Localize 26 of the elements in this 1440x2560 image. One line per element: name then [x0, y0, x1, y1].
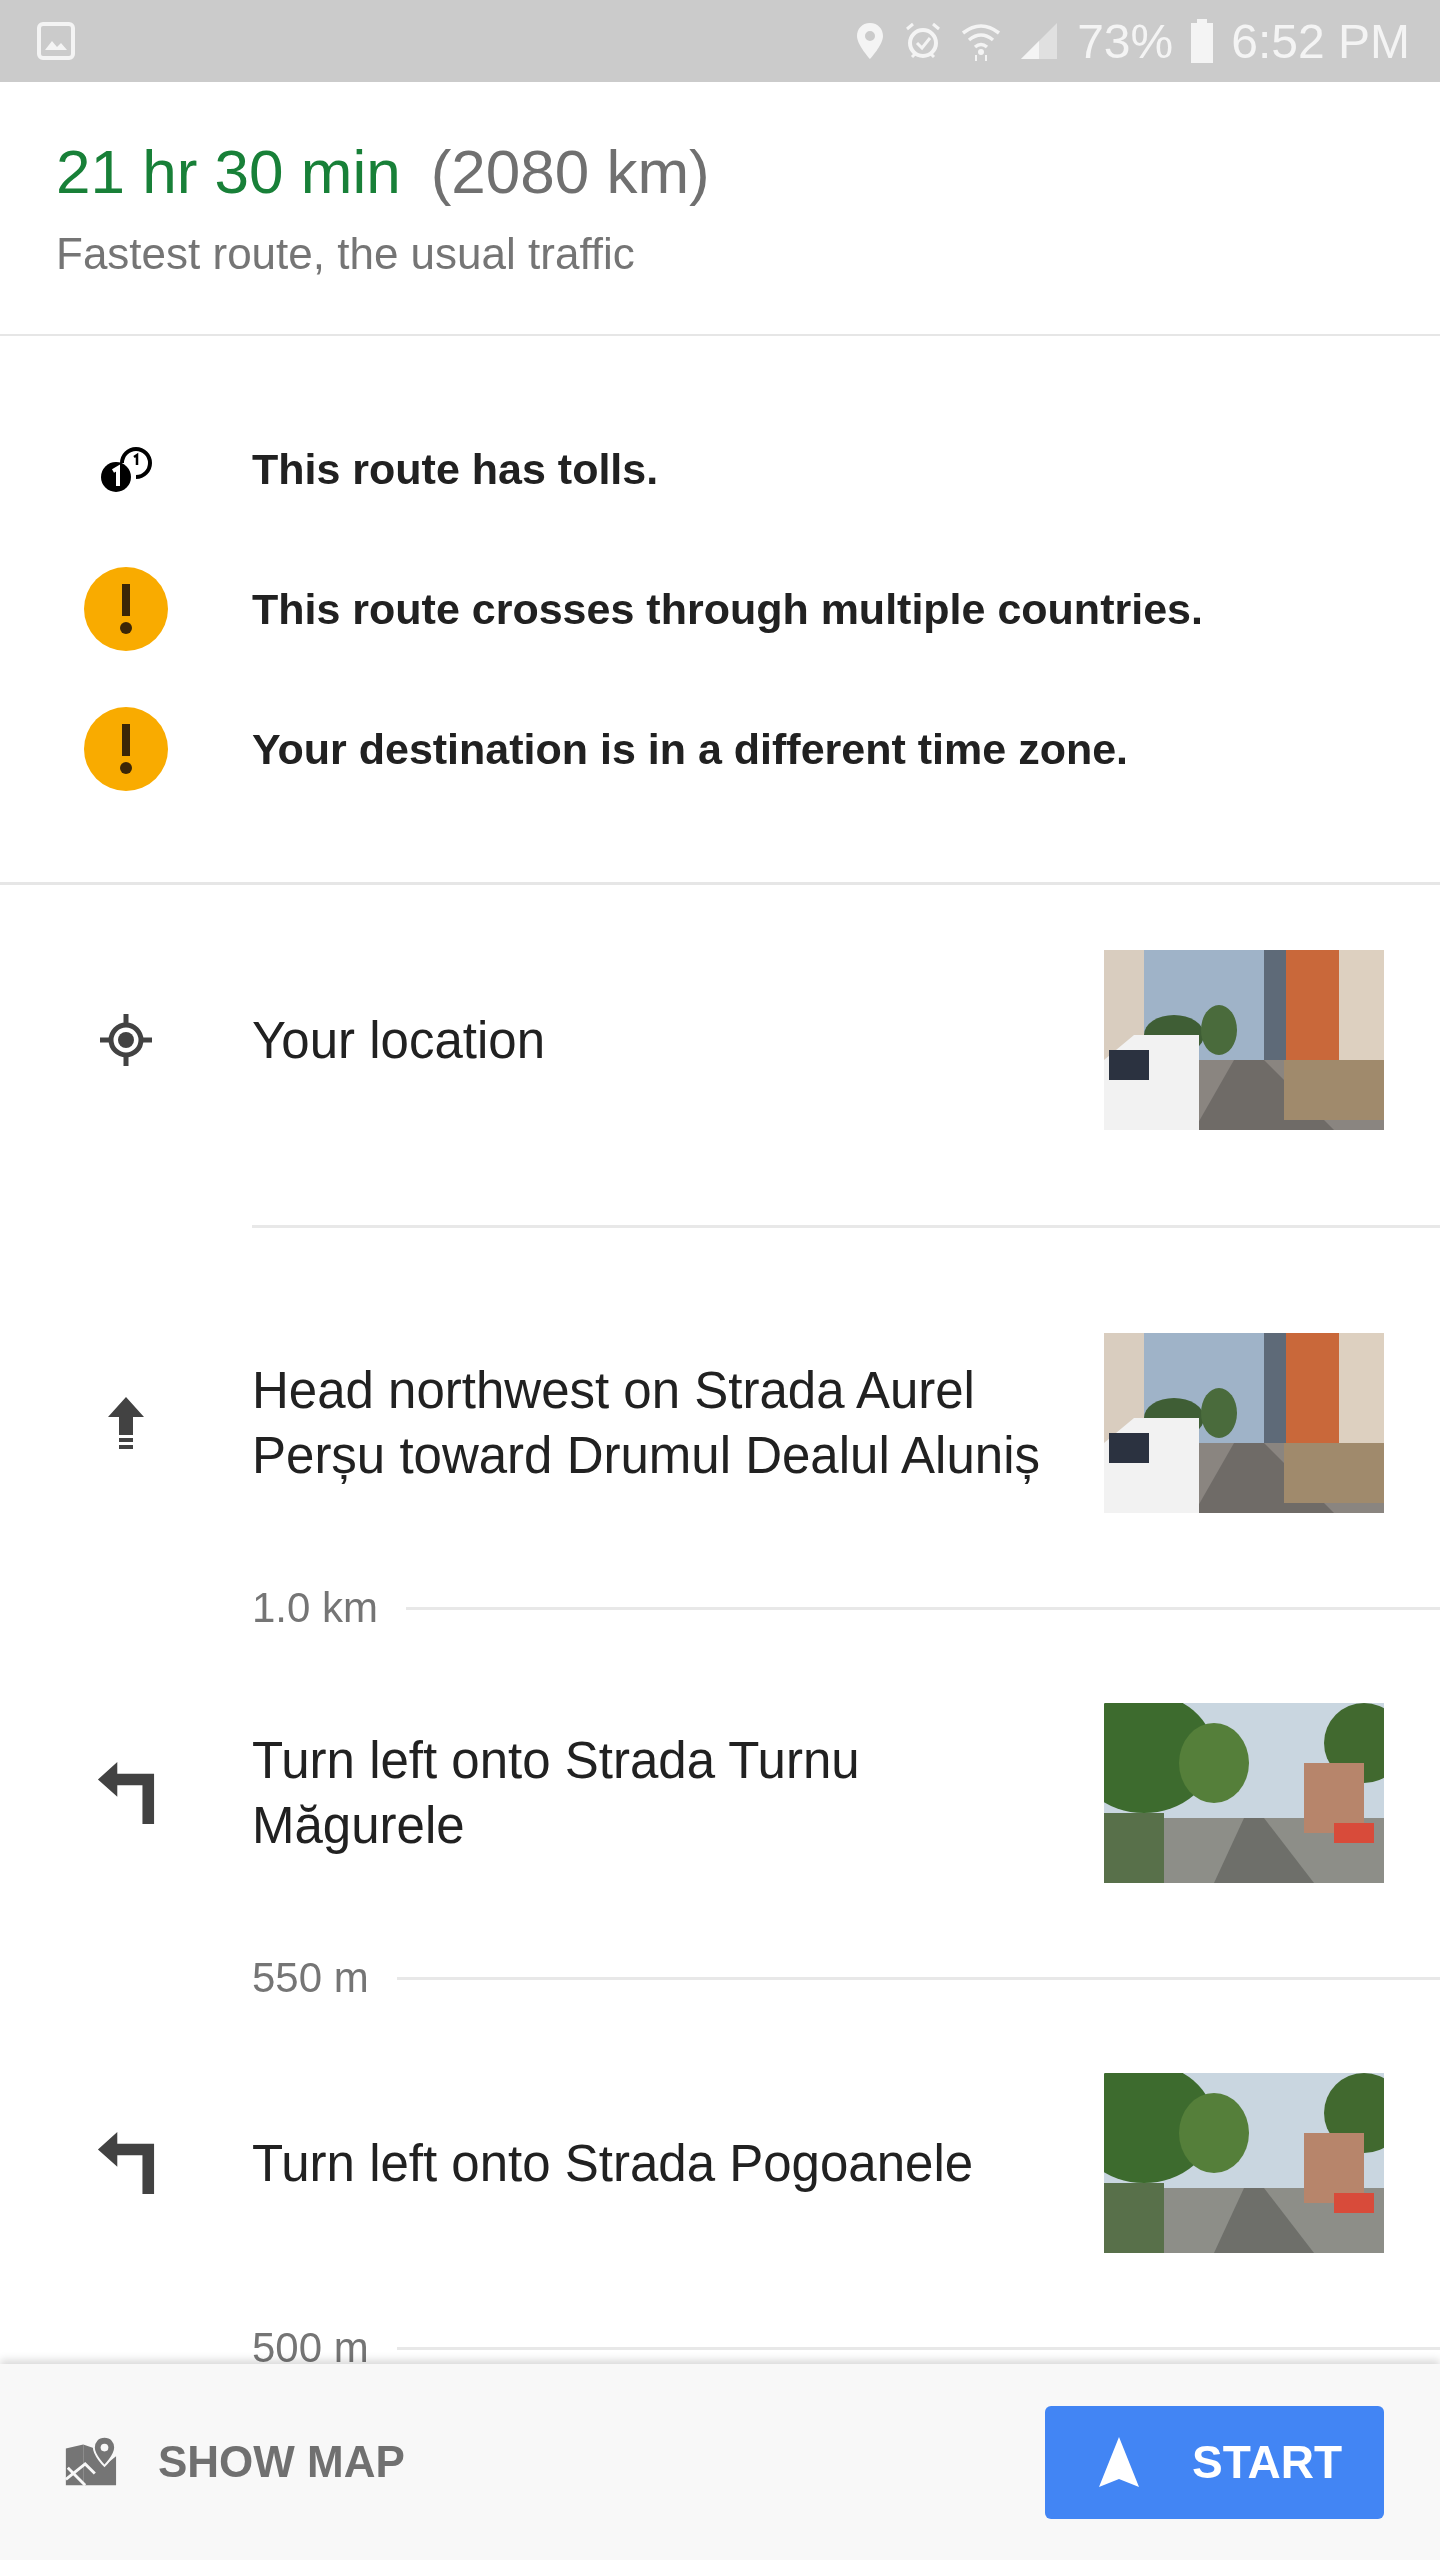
- trip-distance: (2080 km): [430, 136, 710, 208]
- start-button[interactable]: START: [1045, 2405, 1384, 2519]
- image-icon: [36, 21, 76, 61]
- trip-duration: 21 hr 30 min: [56, 136, 401, 208]
- show-map-button[interactable]: SHOW MAP: [62, 2434, 405, 2490]
- route-description: Fastest route, the usual traffic: [56, 228, 636, 280]
- step-instruction: Turn left onto Strada Pogoanele: [252, 2133, 975, 2194]
- step-distance: 500 m: [252, 2324, 369, 2372]
- notice-text: This route has tolls.: [252, 444, 659, 494]
- step-distance: 1.0 km: [252, 1584, 379, 1632]
- location-pin-icon: [855, 21, 886, 61]
- signal-icon: [1019, 21, 1060, 61]
- step-distance: 550 m: [252, 1954, 369, 2002]
- notice-text: Your destination is in a different time zone.: [252, 724, 1129, 774]
- turn-left-icon: [96, 1760, 156, 1826]
- turn-left-icon: [96, 2130, 156, 2196]
- step-instruction: Turn left onto Strada Turnu Măgurele: [252, 1731, 861, 1856]
- step-instruction: Head northwest on Strada Aurel Perșu toward Drumul Dealul Aluniș: [252, 1361, 1041, 1486]
- navigation-arrow-icon: [1097, 2435, 1141, 2489]
- notice-text: This route crosses through multiple countries.: [252, 584, 1203, 634]
- battery-icon: [1191, 19, 1214, 63]
- warning-icon: [84, 567, 168, 651]
- warning-icon: [84, 707, 168, 791]
- step-instruction: Your location: [252, 1010, 546, 1071]
- wifi-icon: [961, 21, 1002, 61]
- arrow-up-icon: [106, 1395, 146, 1451]
